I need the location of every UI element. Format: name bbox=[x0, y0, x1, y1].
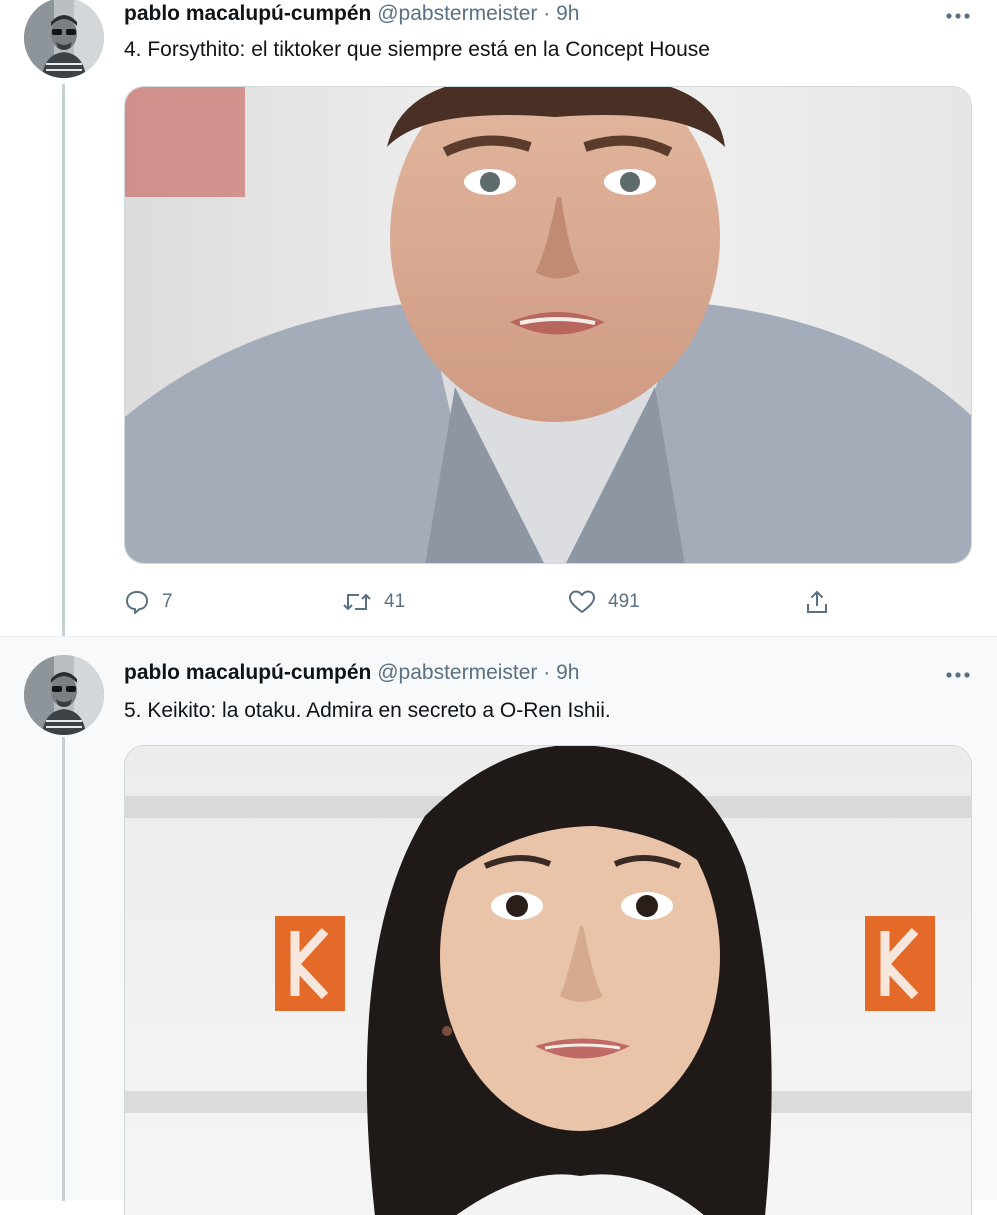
separator-dot: · bbox=[543, 2, 551, 25]
tweet-text: 4. Forsythito: el tiktoker que siempre e… bbox=[124, 38, 710, 61]
tweet-timestamp[interactable]: 9h bbox=[556, 2, 579, 25]
tweet-photo[interactable] bbox=[124, 86, 972, 564]
tweet[interactable]: pablo macalupú-cumpén @pabstermeister · … bbox=[0, 636, 997, 1215]
more-options-button[interactable] bbox=[938, 661, 978, 689]
share-button[interactable] bbox=[804, 586, 830, 618]
thread-line bbox=[62, 737, 65, 1201]
tweet-header: pablo macalupú-cumpén @pabstermeister · … bbox=[124, 0, 579, 28]
like-count: 491 bbox=[608, 591, 640, 612]
like-icon bbox=[568, 589, 596, 615]
author-name[interactable]: pablo macalupú-cumpén bbox=[124, 2, 371, 25]
author-name[interactable]: pablo macalupú-cumpén bbox=[124, 661, 371, 684]
tweet-text: 5. Keikito: la otaku. Admira en secreto … bbox=[124, 699, 611, 722]
more-icon bbox=[945, 7, 971, 25]
retweet-icon bbox=[342, 589, 372, 615]
author-handle[interactable]: @pabstermeister bbox=[377, 661, 537, 684]
thread-line bbox=[62, 84, 65, 636]
tweet-photo[interactable] bbox=[124, 745, 972, 1215]
avatar[interactable] bbox=[24, 655, 104, 735]
share-icon bbox=[804, 589, 830, 615]
avatar[interactable] bbox=[24, 0, 104, 78]
reply-icon bbox=[124, 589, 150, 615]
retweet-count: 41 bbox=[384, 591, 406, 612]
separator-dot: · bbox=[543, 661, 551, 684]
like-button[interactable]: 491 bbox=[568, 586, 640, 618]
more-options-button[interactable] bbox=[938, 2, 978, 30]
tweet-header: pablo macalupú-cumpén @pabstermeister · … bbox=[124, 659, 579, 687]
tweet-actions: 7 41 491 bbox=[124, 586, 844, 618]
retweet-button[interactable]: 41 bbox=[342, 586, 405, 618]
reply-count: 7 bbox=[162, 591, 173, 612]
tweet[interactable]: pablo macalupú-cumpén @pabstermeister · … bbox=[0, 0, 997, 636]
tweet-timestamp[interactable]: 9h bbox=[556, 661, 579, 684]
reply-button[interactable]: 7 bbox=[124, 586, 173, 618]
more-icon bbox=[945, 666, 971, 684]
author-handle[interactable]: @pabstermeister bbox=[377, 2, 537, 25]
